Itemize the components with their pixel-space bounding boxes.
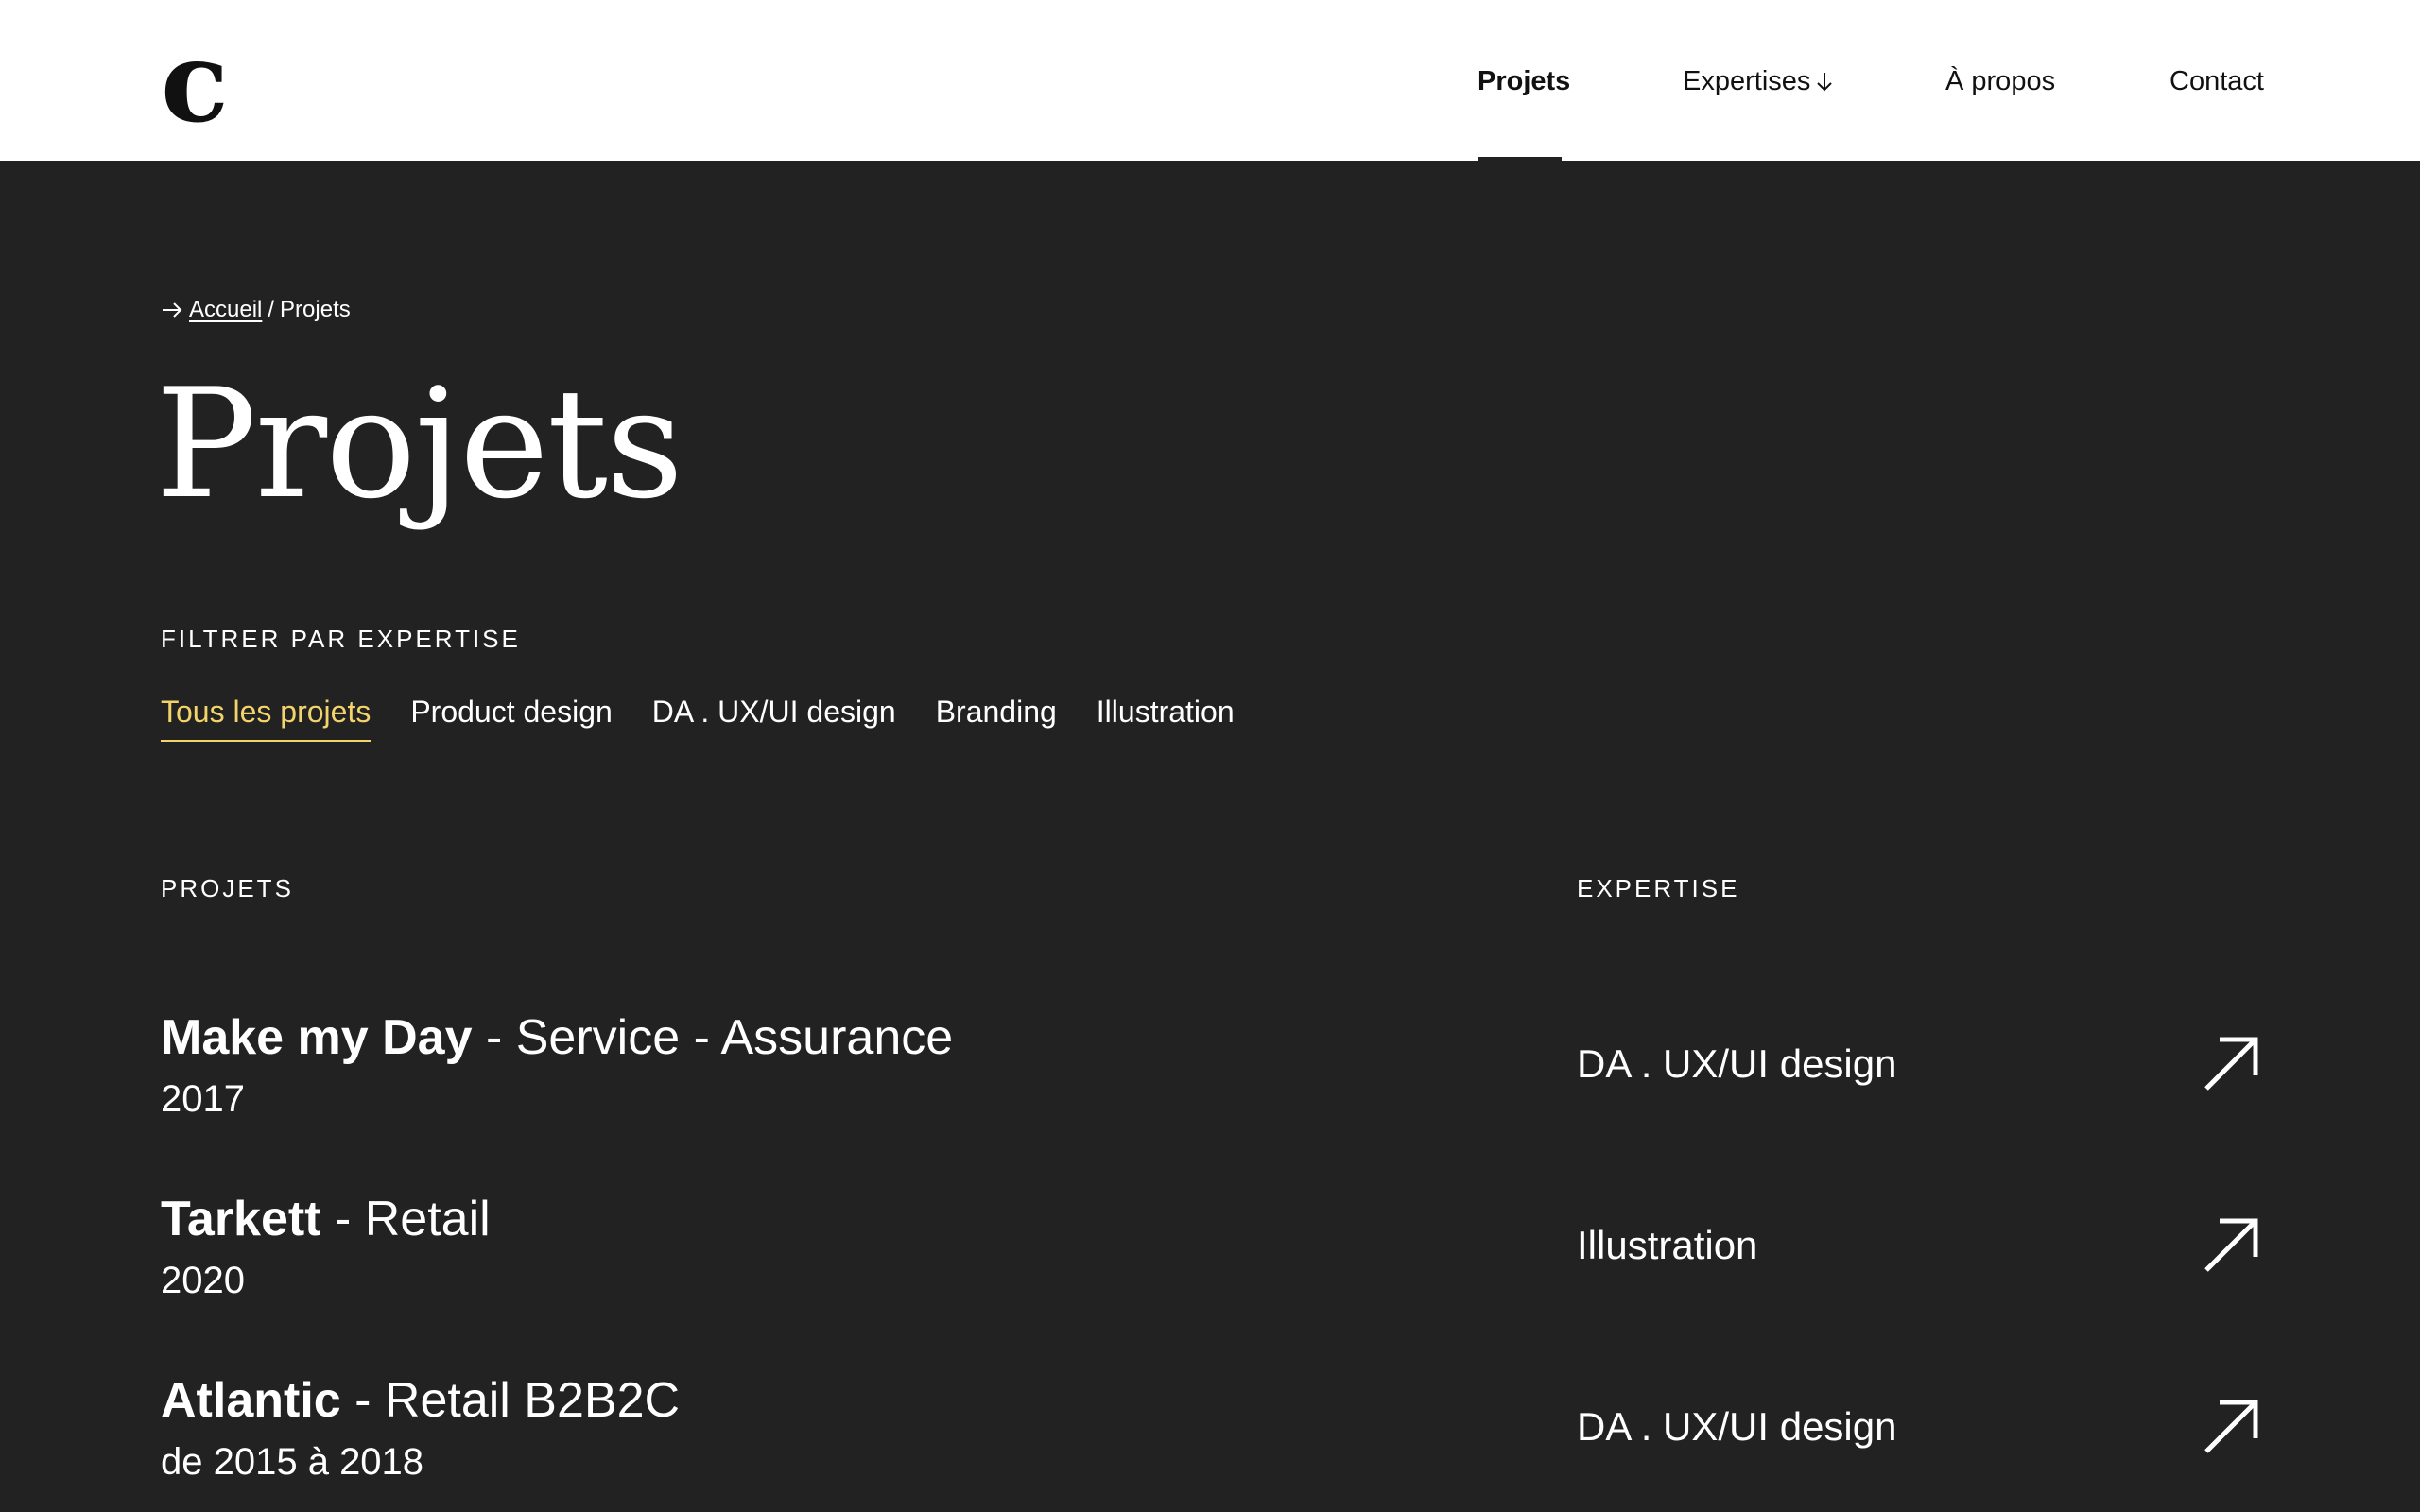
filter-tab-branding[interactable]: Branding: [936, 693, 1057, 742]
project-name: Atlantic: [161, 1373, 341, 1428]
breadcrumb: Accueil / Projets: [161, 295, 351, 325]
nav-item-a-propos[interactable]: À propos: [1945, 64, 2055, 98]
project-row[interactable]: Tarkett - Retail 2020 Illustration: [161, 1189, 2259, 1340]
filter-tabs: Tous les projets Product design DA . UX/…: [161, 693, 1235, 742]
nav-item-projets[interactable]: Projets: [1478, 64, 1570, 98]
project-name: Make my Day: [161, 1010, 473, 1065]
filter-tab-product-design[interactable]: Product design: [410, 693, 612, 742]
project-detail: - Retail: [320, 1192, 491, 1246]
project-title: Tarkett - Retail: [161, 1189, 491, 1249]
project-expertise: DA . UX/UI design: [1577, 1041, 1897, 1086]
filter-tab-illustration[interactable]: Illustration: [1097, 693, 1235, 742]
project-detail: - Service - Assurance: [472, 1010, 954, 1065]
site-header: c Projets Expertises À propos Contact: [0, 0, 2420, 161]
arrow-right-icon: [163, 302, 182, 318]
filter-label: FILTRER PAR EXPERTISE: [161, 625, 521, 653]
project-year: 2017: [161, 1078, 245, 1120]
project-title: Atlantic - Retail B2B2C: [161, 1370, 680, 1431]
arrow-down-icon: [1817, 73, 1833, 92]
breadcrumb-home-link[interactable]: Accueil: [189, 295, 262, 325]
nav-item-expertises-label: Expertises: [1683, 66, 1811, 96]
project-year: 2020: [161, 1260, 245, 1301]
project-expertise: Illustration: [1577, 1223, 1758, 1267]
breadcrumb-separator: /: [268, 297, 275, 322]
project-name: Tarkett: [161, 1192, 321, 1246]
logo[interactable]: c: [161, 26, 229, 138]
nav-active-indicator: [1478, 157, 1562, 161]
project-year: de 2015 à 2018: [161, 1441, 424, 1483]
nav-item-expertises[interactable]: Expertises: [1683, 64, 1833, 98]
project-detail: - Retail B2B2C: [340, 1373, 681, 1428]
project-expertise: DA . UX/UI design: [1577, 1404, 1897, 1449]
arrow-up-right-icon[interactable]: [2203, 1217, 2259, 1274]
arrow-up-right-icon[interactable]: [2203, 1399, 2259, 1455]
nav-item-contact[interactable]: Contact: [2169, 64, 2264, 98]
project-row[interactable]: Make my Day - Service - Assurance 2017 D…: [161, 1007, 2259, 1159]
page-title: Projets: [155, 355, 683, 532]
column-heading-projects: PROJETS: [161, 874, 294, 902]
column-heading-expertise: EXPERTISE: [1577, 874, 1740, 902]
project-row[interactable]: Atlantic - Retail B2B2C de 2015 à 2018 D…: [161, 1370, 2259, 1512]
project-title: Make my Day - Service - Assurance: [161, 1007, 953, 1068]
breadcrumb-current: Projets: [280, 297, 351, 322]
arrow-up-right-icon[interactable]: [2203, 1036, 2259, 1092]
filter-tab-da-ux-ui-design[interactable]: DA . UX/UI design: [652, 693, 896, 742]
filter-tab-all[interactable]: Tous les projets: [161, 693, 372, 742]
